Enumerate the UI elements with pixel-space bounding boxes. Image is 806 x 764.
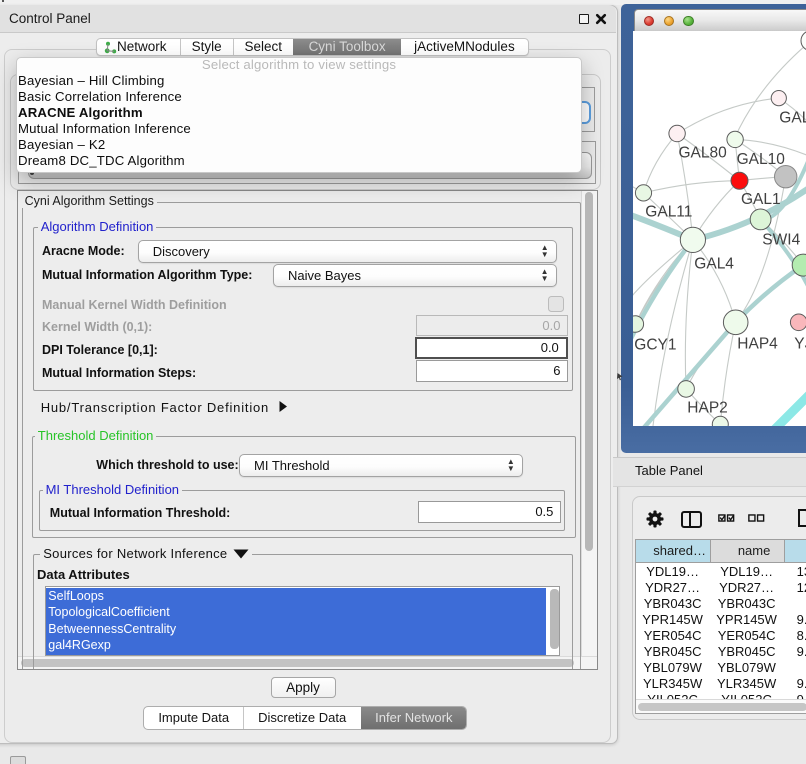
svg-text:GAL80: GAL80 — [678, 144, 727, 161]
svg-text:GAL4: GAL4 — [694, 255, 734, 272]
svg-text:YJ: YJ — [794, 335, 806, 352]
svg-text:GAL1: GAL1 — [741, 191, 781, 208]
svg-text:GAL10: GAL10 — [736, 151, 785, 168]
svg-text:SWI4: SWI4 — [762, 231, 800, 248]
svg-text:GAL7: GAL7 — [779, 109, 806, 126]
svg-text:GCY1: GCY1 — [634, 336, 676, 353]
svg-text:HAP4: HAP4 — [737, 335, 778, 352]
svg-text:GAL11: GAL11 — [645, 203, 692, 220]
svg-text:HAP2: HAP2 — [687, 399, 728, 416]
